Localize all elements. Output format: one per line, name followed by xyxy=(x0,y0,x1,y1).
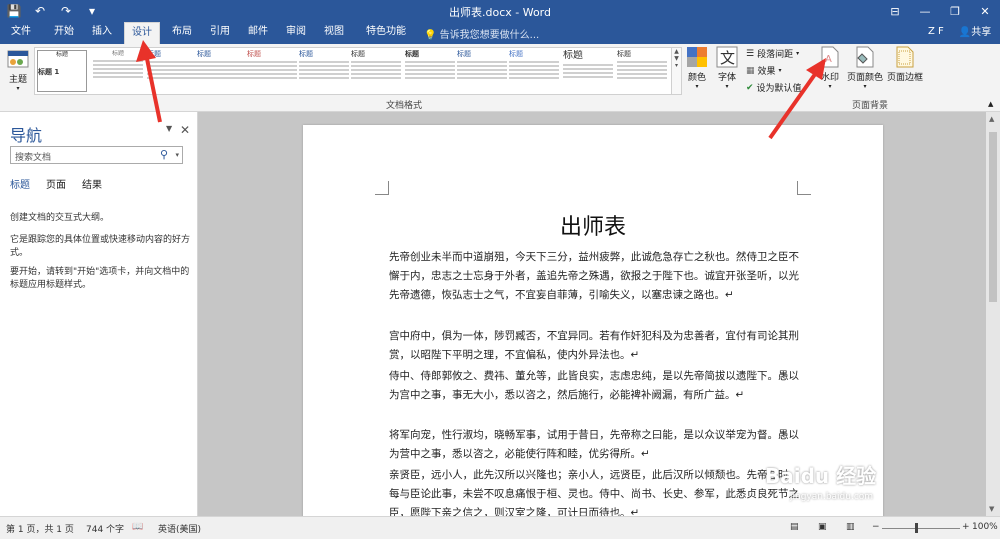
baidu-watermark-url: jingyan.baidu.com xyxy=(790,492,874,502)
arrow-to-watermark xyxy=(768,58,826,140)
baidu-watermark: Baidu 经验 xyxy=(765,464,877,488)
annotation-arrows xyxy=(136,40,826,140)
arrow-to-design-tab xyxy=(136,40,162,123)
